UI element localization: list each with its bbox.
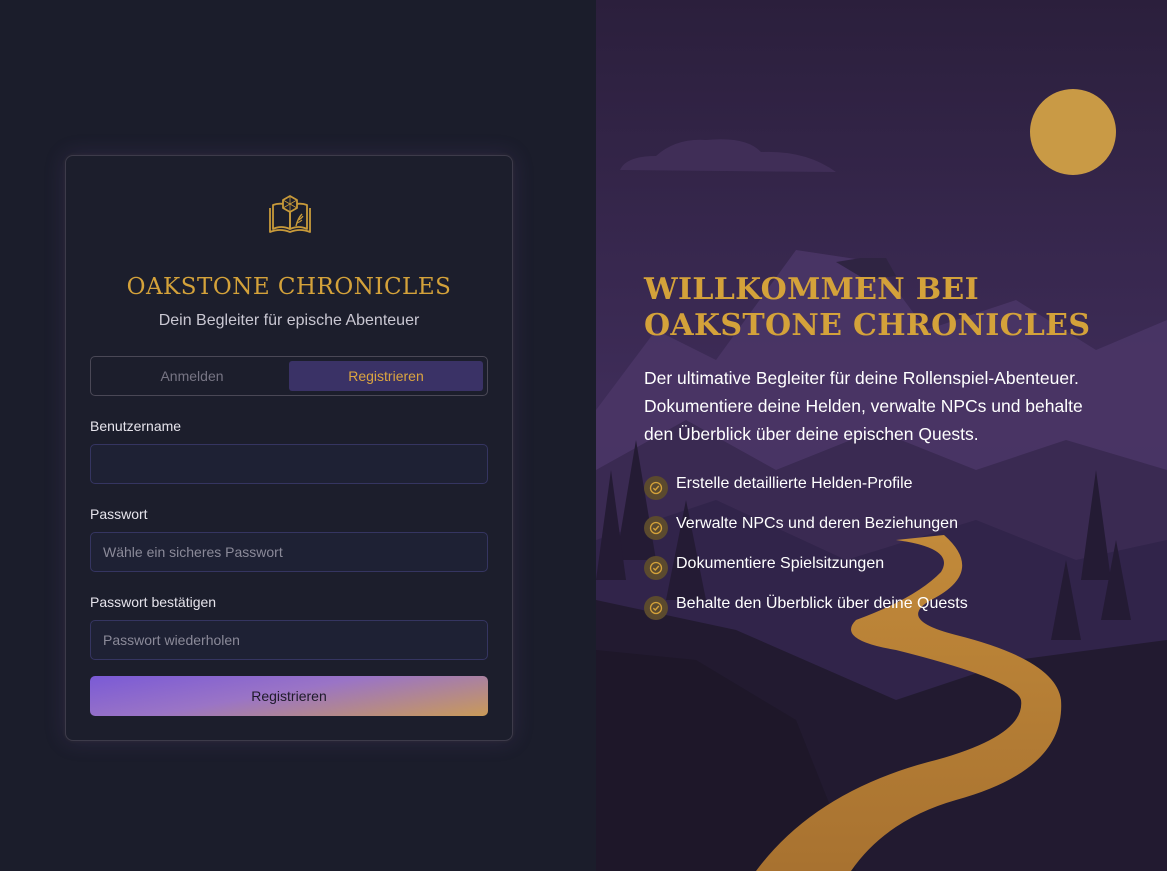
check-circle-icon xyxy=(644,476,668,500)
book-d20-icon xyxy=(269,195,311,233)
auth-tabs: Anmelden Registrieren xyxy=(90,356,488,396)
confirm-password-label: Passwort bestätigen xyxy=(90,594,217,610)
feature-text: Dokumentiere Spielsitzungen xyxy=(676,555,885,572)
check-circle-icon xyxy=(644,596,668,620)
list-item: Dokumentiere Spielsitzungen xyxy=(644,554,968,594)
list-item: Behalte den Überblick über deine Quests xyxy=(644,594,968,634)
login-pane: Oakstone Chronicles Dein Begleiter für e… xyxy=(0,0,596,871)
feature-text: Behalte den Überblick über deine Quests xyxy=(676,595,968,612)
password-label: Passwort xyxy=(90,506,148,522)
list-item: Erstelle detaillierte Helden-Profile xyxy=(644,474,968,514)
tab-login[interactable]: Anmelden xyxy=(95,361,289,391)
password-field[interactable] xyxy=(90,532,488,572)
feature-text: Verwalte NPCs und deren Beziehungen xyxy=(676,515,958,532)
username-field[interactable] xyxy=(90,444,488,484)
app-subtitle: Dein Begleiter für epische Abenteuer xyxy=(158,312,420,329)
username-label: Benutzername xyxy=(90,418,182,434)
check-circle-icon xyxy=(644,556,668,580)
hero-intro: Der ultimative Begleiter für deine Rolle… xyxy=(644,368,1083,444)
hero-heading: Willkommen bei Oakstone Chronicles xyxy=(644,272,1091,343)
confirm-password-field[interactable] xyxy=(90,620,488,660)
list-item: Verwalte NPCs und deren Beziehungen xyxy=(644,514,968,554)
register-button[interactable]: Registrieren xyxy=(90,676,488,716)
moon-icon xyxy=(1030,89,1116,175)
tab-register[interactable]: Registrieren xyxy=(289,361,483,391)
auth-card: Oakstone Chronicles Dein Begleiter für e… xyxy=(65,155,513,741)
feature-text: Erstelle detaillierte Helden-Profile xyxy=(676,475,913,492)
hero-pane: Willkommen bei Oakstone Chronicles Der u… xyxy=(596,0,1167,871)
app-title: Oakstone Chronicles xyxy=(126,274,452,300)
feature-list: Erstelle detaillierte Helden-Profile Ver… xyxy=(644,474,968,634)
check-circle-icon xyxy=(644,516,668,540)
